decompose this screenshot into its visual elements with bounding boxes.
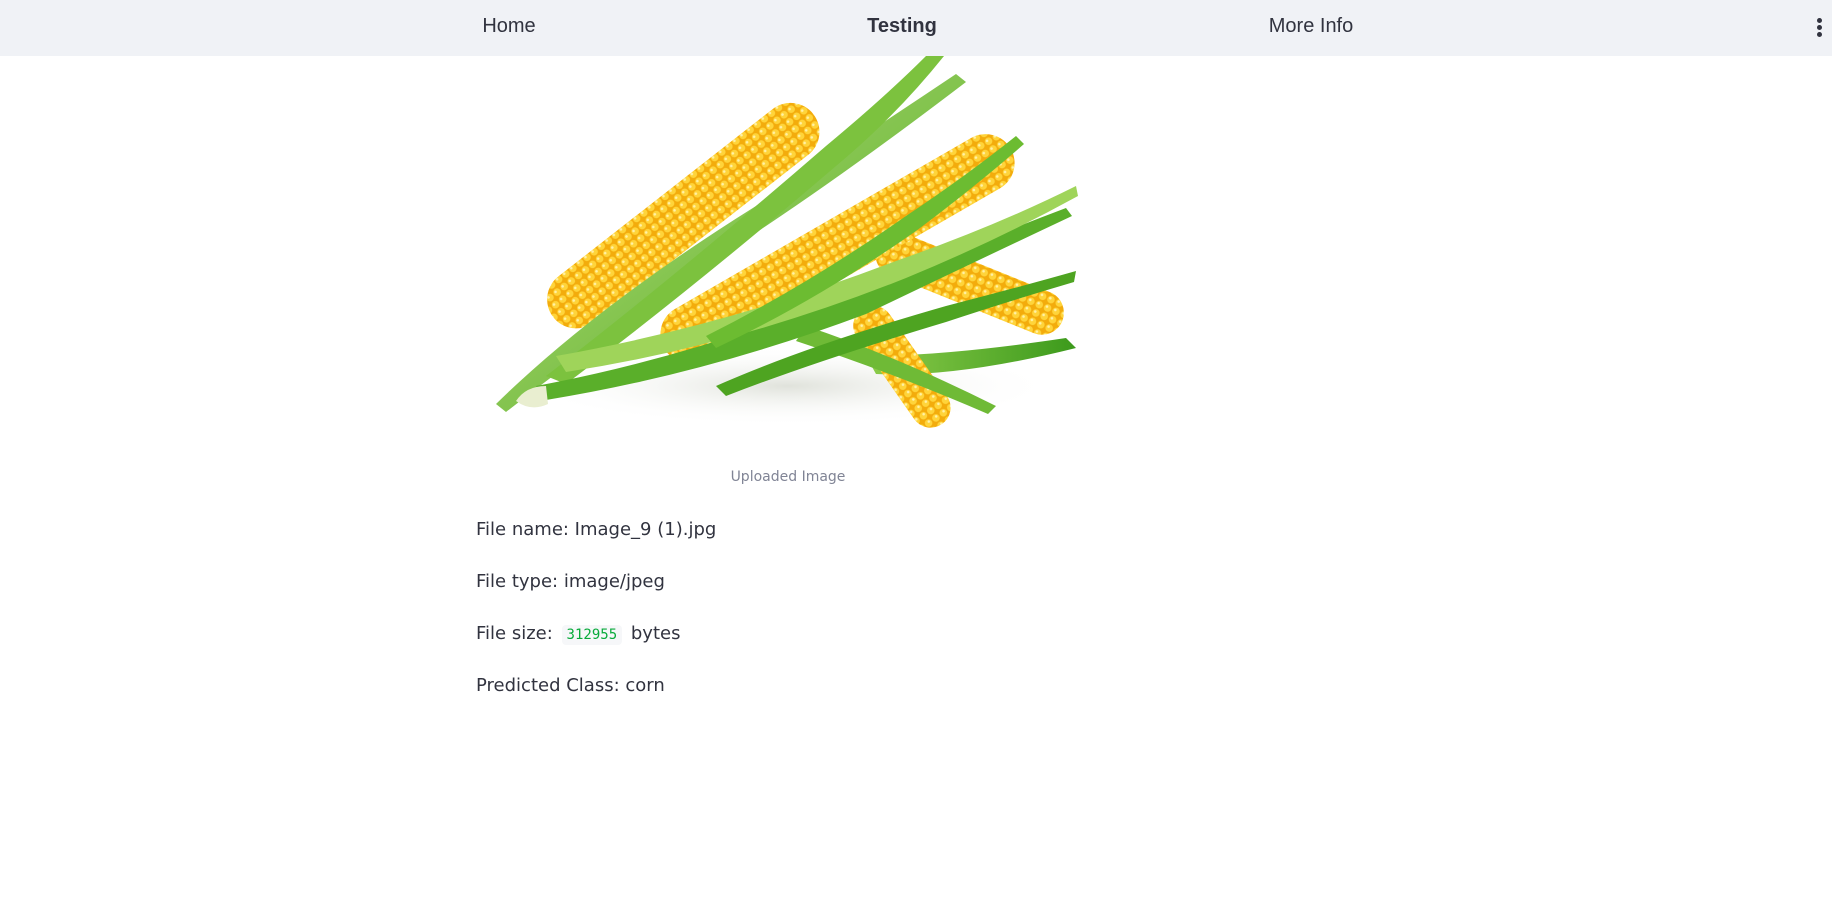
file-size-unit: bytes xyxy=(630,623,681,644)
nav-home[interactable]: Home xyxy=(482,0,535,56)
nav-more-info[interactable]: More Info xyxy=(1269,0,1353,56)
file-size-text: File size: 312955 bytes xyxy=(476,623,681,645)
image-caption: Uploaded Image xyxy=(730,469,846,485)
predicted-class-text: Predicted Class: corn xyxy=(476,675,665,696)
file-type-text: File type: image/jpeg xyxy=(476,571,665,592)
file-size-label: File size: xyxy=(476,623,553,644)
uploaded-image xyxy=(476,56,1100,456)
menu-button[interactable] xyxy=(1804,12,1832,42)
file-size-value: 312955 xyxy=(561,625,623,645)
top-navbar: Home Testing More Info xyxy=(0,0,1832,56)
file-name-text: File name: Image_9 (1).jpg xyxy=(476,519,717,540)
nav-testing[interactable]: Testing xyxy=(867,0,937,56)
